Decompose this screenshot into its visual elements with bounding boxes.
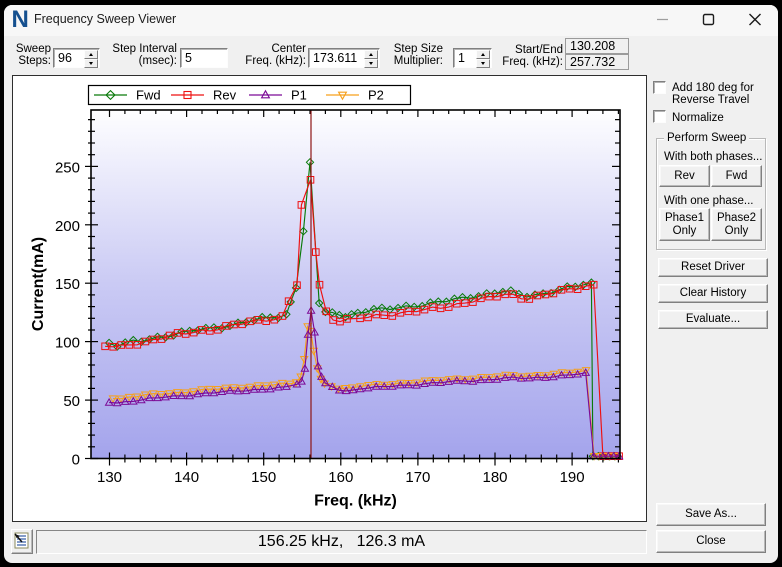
svg-text:100: 100 [55, 335, 80, 352]
svg-text:150: 150 [251, 469, 276, 486]
svg-text:Freq. (kHz): Freq. (kHz) [314, 493, 397, 510]
svg-text:200: 200 [55, 218, 80, 235]
svg-text:P2: P2 [368, 88, 384, 103]
svg-text:190: 190 [560, 469, 585, 486]
svg-text:170: 170 [405, 469, 430, 486]
svg-text:180: 180 [482, 469, 507, 486]
svg-text:0: 0 [72, 452, 80, 469]
svg-text:130: 130 [97, 469, 122, 486]
svg-text:Current(mA): Current(mA) [30, 237, 47, 331]
svg-text:140: 140 [174, 469, 199, 486]
svg-text:Rev: Rev [213, 88, 237, 103]
svg-text:50: 50 [63, 393, 80, 410]
svg-text:150: 150 [55, 276, 80, 293]
svg-text:160: 160 [328, 469, 353, 486]
svg-text:P1: P1 [291, 88, 307, 103]
svg-text:250: 250 [55, 159, 80, 176]
svg-text:Fwd: Fwd [136, 88, 161, 103]
